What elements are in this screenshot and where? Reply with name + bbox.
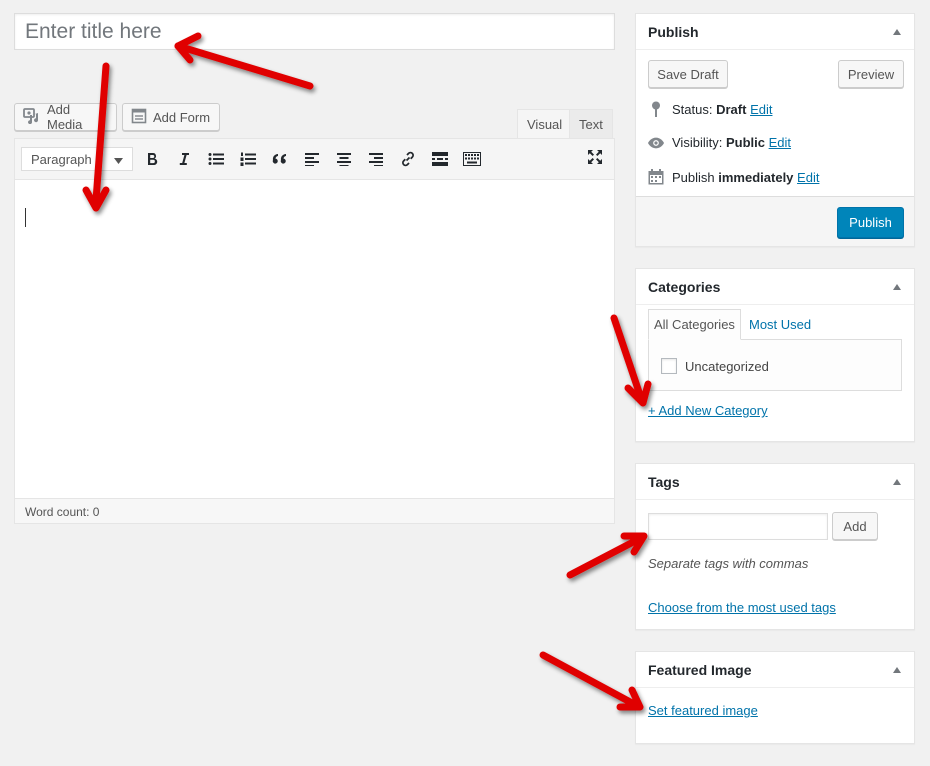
visibility-row: Visibility: Public Edit [648,135,791,150]
arrow-to-title [174,42,314,90]
tab-all-categories-label: All Categories [654,317,735,332]
numbered-list-button[interactable] [236,148,260,172]
bold-button[interactable] [140,148,164,172]
fullscreen-button[interactable] [583,146,607,170]
category-checkbox[interactable] [661,358,677,374]
italic-button[interactable] [172,148,196,172]
tab-most-used-label: Most Used [749,317,812,332]
save-draft-label: Save Draft [657,66,719,82]
publish-button[interactable]: Publish [837,207,904,238]
edit-visibility-link[interactable]: Edit [769,135,791,150]
align-left-icon [305,152,319,169]
blockquote-button[interactable] [268,148,292,172]
caret-up-icon[interactable] [892,282,902,292]
tags-hint: Separate tags with commas [648,556,809,571]
tab-most-used[interactable]: Most Used [744,309,816,340]
edit-status-link[interactable]: Edit [750,102,772,117]
align-center-icon [337,152,351,169]
visibility-value: Public [725,135,765,150]
add-form-button[interactable]: Add Form [122,103,220,131]
bold-icon [145,152,159,169]
numbered-list-icon [240,152,256,169]
align-right-icon [369,152,383,169]
tags-title: Tags [648,473,680,490]
read-more-icon [432,151,448,169]
bullet-list-button[interactable] [204,148,228,172]
chevron-down-icon [114,152,123,167]
tab-text-label: Text [579,116,603,132]
align-left-button[interactable] [300,148,324,172]
word-count: Word count: 0 [15,498,614,523]
tag-input[interactable] [648,513,828,540]
publish-header[interactable]: Publish [636,14,914,50]
add-form-label: Add Form [153,109,211,125]
publish-title: Publish [648,23,699,40]
preview-button[interactable]: Preview [838,60,904,88]
link-icon [400,151,416,170]
choose-most-used-tags-link[interactable]: Choose from the most used tags [648,600,836,615]
category-list: Uncategorized [648,339,902,391]
eye-icon [648,137,664,149]
publish-button-label: Publish [849,215,892,230]
add-media-button[interactable]: Add Media [14,102,117,132]
add-new-category-link[interactable]: + Add New Category [648,403,768,418]
tab-visual-label: Visual [527,116,563,132]
toolbar-toggle-button[interactable] [460,148,484,172]
tab-visual[interactable]: Visual [517,109,573,138]
tab-all-categories[interactable]: All Categories [648,309,741,340]
set-featured-image-link[interactable]: Set featured image [648,703,758,718]
add-media-label: Add Media [47,102,83,132]
editor-content-area[interactable] [15,180,614,498]
bullet-list-icon [208,152,224,169]
caret-up-icon[interactable] [892,27,902,37]
toolbar-toggle-icon [463,151,481,169]
media-icon [23,107,41,127]
publish-label: Publish [672,169,715,185]
status-row: Status: Draft Edit [648,101,772,117]
visibility-label: Visibility: [672,135,723,150]
content-editor: Paragraph Word count: 0 [14,138,615,524]
publish-actions: Publish [636,196,914,246]
categories-title: Categories [648,278,721,295]
read-more-button[interactable] [428,148,452,172]
editor-toolbar: Paragraph [15,139,614,180]
fullscreen-icon [587,149,603,168]
status-value: Draft [716,101,747,117]
schedule-row: Publish immediately Edit [648,169,819,185]
preview-label: Preview [847,66,895,82]
format-select[interactable]: Paragraph [21,147,133,171]
list-item[interactable]: Uncategorized [661,358,769,374]
italic-icon [177,152,191,169]
title-input[interactable] [14,13,615,50]
caret-up-icon[interactable] [892,477,902,487]
link-button[interactable] [396,148,420,172]
caret-up-icon[interactable] [892,665,902,675]
featured-image-box: Featured Image [635,651,915,744]
form-icon [131,108,147,127]
featured-image-title: Featured Image [648,661,752,678]
text-caret [25,208,26,227]
add-tag-button[interactable]: Add [832,512,878,540]
calendar-icon [648,169,664,185]
add-tag-label: Add [843,518,867,534]
arrow-to-featured-image [539,651,636,707]
save-draft-button[interactable]: Save Draft [648,60,728,88]
publish-box: Publish Save Draft Preview Status: Draft… [635,13,915,247]
featured-image-header[interactable]: Featured Image [636,652,914,688]
tags-header[interactable]: Tags [636,464,914,500]
publish-timing-value: immediately [718,169,794,185]
pin-icon [648,101,664,117]
edit-schedule-link[interactable]: Edit [797,170,819,185]
tab-text[interactable]: Text [569,109,613,138]
status-label: Status: [672,101,713,117]
format-select-value: Paragraph [31,151,92,167]
blockquote-icon [272,152,288,169]
categories-header[interactable]: Categories [636,269,914,305]
align-center-button[interactable] [332,148,356,172]
arrow-to-tags [566,536,641,579]
category-label: Uncategorized [685,358,769,374]
align-right-button[interactable] [364,148,388,172]
